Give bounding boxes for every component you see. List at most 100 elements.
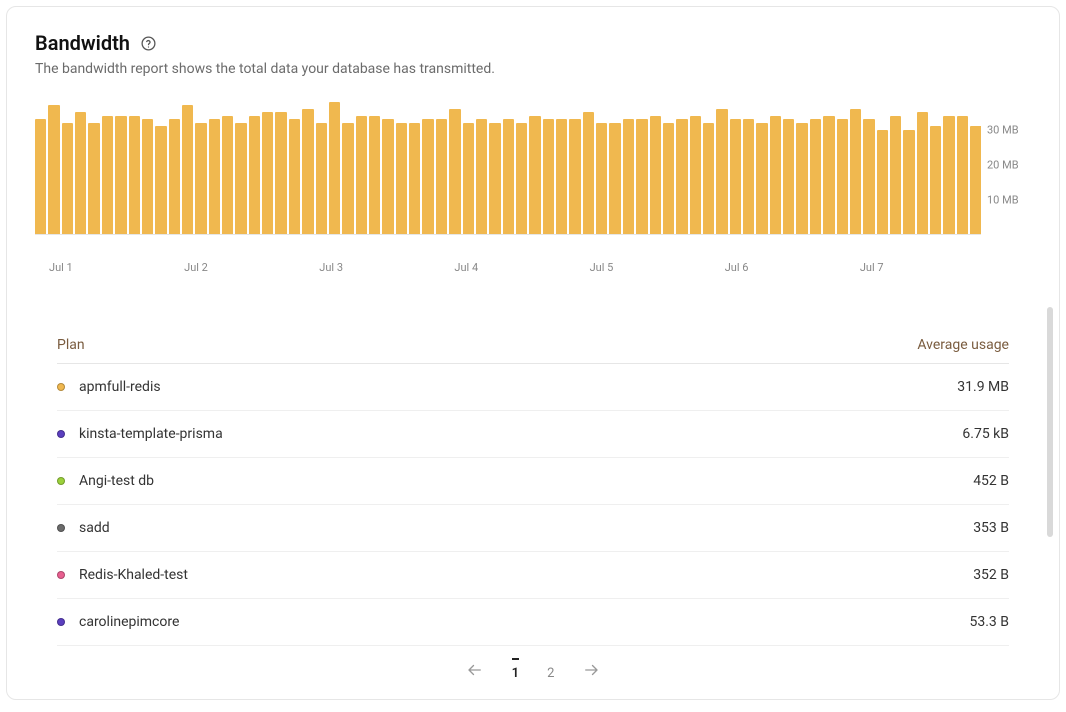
chart-bar[interactable] [837, 119, 848, 234]
x-axis-tick: Jul 1 [35, 261, 170, 274]
chart-bar[interactable] [302, 109, 313, 234]
plan-cell: kinsta-template-prisma [57, 411, 670, 458]
chart-bar[interactable] [529, 116, 540, 234]
chart-bar[interactable] [569, 119, 580, 234]
chart-bar[interactable] [556, 119, 567, 234]
chart-bar[interactable] [596, 123, 607, 234]
chart-bar[interactable] [316, 123, 327, 234]
chart-bar[interactable] [329, 102, 340, 234]
chart-bar[interactable] [930, 126, 941, 234]
title-row: Bandwidth [35, 31, 1031, 55]
chart-bar[interactable] [957, 116, 968, 234]
chart-bar[interactable] [88, 123, 99, 234]
chart-bar[interactable] [382, 119, 393, 234]
chart-bar[interactable] [209, 119, 220, 234]
chart-bar[interactable] [222, 116, 233, 234]
chart-bar[interactable] [730, 119, 741, 234]
plan-cell: carolinepimcore [57, 599, 670, 646]
chart-bar[interactable] [342, 123, 353, 234]
chart-bar[interactable] [810, 119, 821, 234]
chart-bar[interactable] [476, 119, 487, 234]
table-header-usage[interactable]: Average usage [670, 327, 1009, 364]
chart-bar[interactable] [903, 130, 914, 234]
table-row[interactable]: apmfull-redis31.9 MB [57, 364, 1009, 411]
chart-bar[interactable] [289, 119, 300, 234]
chart-bar[interactable] [409, 123, 420, 234]
table-row[interactable]: Angi-test db452 B [57, 458, 1009, 505]
chart-bar[interactable] [169, 119, 180, 234]
help-icon[interactable] [140, 35, 157, 52]
chart-bar[interactable] [142, 119, 153, 234]
plan-name: sadd [79, 520, 110, 536]
chart-bar[interactable] [609, 123, 620, 234]
page-1[interactable]: 1 [512, 658, 519, 681]
chart-bar[interactable] [62, 123, 73, 234]
y-axis-tick: 10 MB [987, 194, 1019, 207]
chart-bar[interactable] [863, 119, 874, 234]
chart-bar[interactable] [583, 112, 594, 234]
chart-bar[interactable] [690, 116, 701, 234]
chart-bar[interactable] [396, 123, 407, 234]
chart-bar[interactable] [75, 112, 86, 234]
chart-bar[interactable] [249, 116, 260, 234]
chart-bar[interactable] [449, 109, 460, 234]
chart-bar[interactable] [650, 116, 661, 234]
chart-bar[interactable] [756, 123, 767, 234]
chart-bar[interactable] [663, 123, 674, 234]
chart-bar[interactable] [716, 109, 727, 234]
x-axis-tick: Jul 2 [170, 261, 305, 274]
chart-bar[interactable] [262, 112, 273, 234]
chart-bar[interactable] [235, 123, 246, 234]
chart-bar[interactable] [182, 105, 193, 234]
chart-bar[interactable] [48, 105, 59, 234]
table-row[interactable]: kinsta-template-prisma6.75 kB [57, 411, 1009, 458]
chart-bar[interactable] [195, 123, 206, 234]
chart-bar[interactable] [796, 123, 807, 234]
chart-bar[interactable] [155, 126, 166, 234]
chart-y-axis: 10 MB20 MB30 MB [981, 95, 1031, 235]
prev-page-button[interactable] [466, 661, 484, 679]
chart-bar[interactable] [356, 116, 367, 234]
chart-bar[interactable] [623, 119, 634, 234]
chart-bar[interactable] [102, 116, 113, 234]
chart-bar[interactable] [489, 123, 500, 234]
chart-bar[interactable] [463, 123, 474, 234]
chart-bar[interactable] [636, 119, 647, 234]
chart-bar[interactable] [917, 112, 928, 234]
chart-bar[interactable] [703, 123, 714, 234]
table-row[interactable]: sadd353 B [57, 505, 1009, 552]
chart-bar[interactable] [543, 119, 554, 234]
page-2[interactable]: 2 [547, 658, 554, 681]
chart-bar[interactable] [422, 119, 433, 234]
plan-cell: sadd [57, 505, 670, 552]
chart-bar[interactable] [129, 116, 140, 234]
usage-value: 6.75 kB [670, 411, 1009, 458]
chart-bar[interactable] [275, 112, 286, 234]
chart-bar[interactable] [970, 126, 981, 234]
chart-bar[interactable] [369, 116, 380, 234]
chart-bar[interactable] [503, 119, 514, 234]
chart-bar[interactable] [770, 116, 781, 234]
next-page-button[interactable] [582, 661, 600, 679]
chart-bar[interactable] [850, 109, 861, 234]
usage-table-wrap: Plan Average usage apmfull-redis31.9 MBk… [35, 327, 1031, 681]
chart-bar[interactable] [943, 116, 954, 234]
chart-bar[interactable] [877, 130, 888, 234]
chart-bar[interactable] [516, 123, 527, 234]
chart-bar[interactable] [783, 119, 794, 234]
x-axis-tick: Jul 3 [305, 261, 440, 274]
chart-bar[interactable] [890, 116, 901, 234]
chart-bar[interactable] [436, 119, 447, 234]
plan-color-dot [57, 383, 65, 391]
chart-bar[interactable] [743, 119, 754, 234]
chart-bar[interactable] [676, 119, 687, 234]
table-row[interactable]: Redis-Khaled-test352 B [57, 552, 1009, 599]
chart-bar[interactable] [35, 119, 46, 234]
bandwidth-card: Bandwidth The bandwidth report shows the… [6, 6, 1060, 700]
chart-plot-area[interactable] [35, 95, 981, 235]
scrollbar-thumb[interactable] [1047, 307, 1053, 537]
chart-bar[interactable] [115, 116, 126, 234]
table-header-plan[interactable]: Plan [57, 327, 670, 364]
chart-bar[interactable] [823, 116, 834, 234]
table-row[interactable]: carolinepimcore53.3 B [57, 599, 1009, 646]
